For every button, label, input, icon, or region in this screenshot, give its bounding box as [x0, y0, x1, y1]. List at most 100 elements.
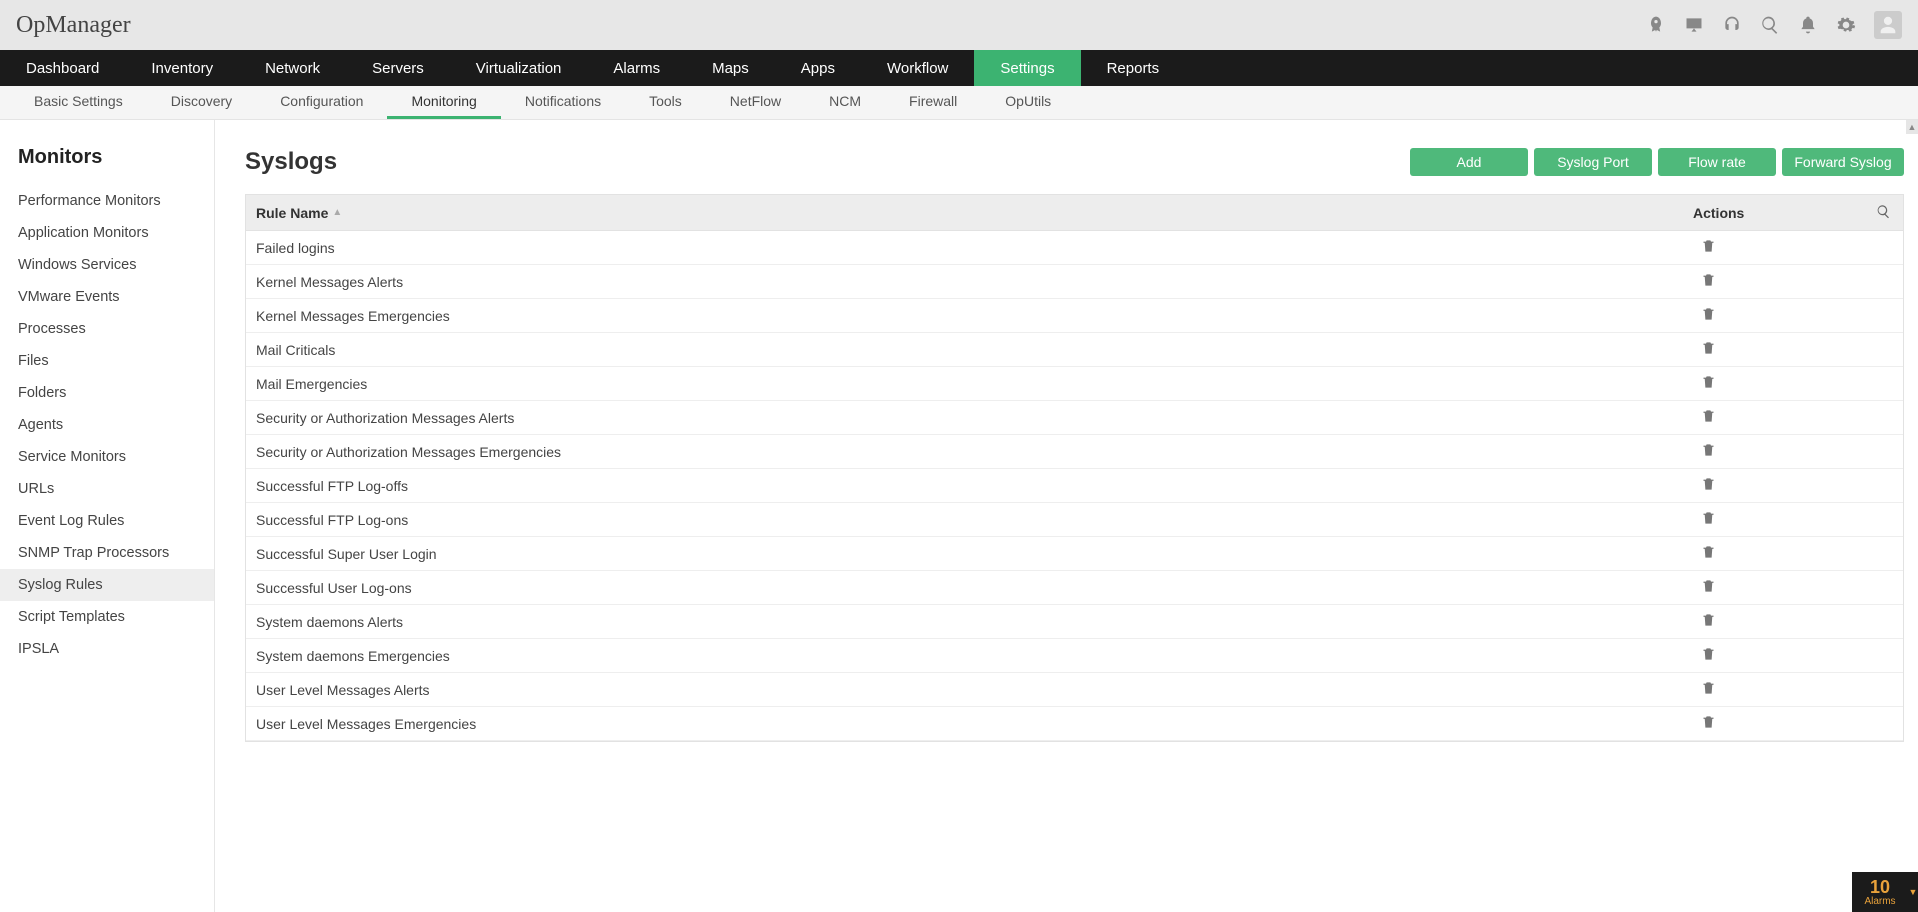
content-header: Syslogs Add Syslog Port Flow rate Forwar…	[245, 148, 1904, 176]
sidebar-item-syslog-rules[interactable]: Syslog Rules	[0, 569, 214, 601]
trash-icon[interactable]	[1701, 374, 1716, 393]
sidebar: Monitors Performance MonitorsApplication…	[0, 120, 215, 912]
rule-name-cell: Mail Criticals	[246, 342, 1693, 358]
syslog-port-button[interactable]: Syslog Port	[1534, 148, 1652, 176]
trash-icon[interactable]	[1701, 714, 1716, 733]
subnav-notifications[interactable]: Notifications	[501, 86, 625, 119]
forward-syslog-button[interactable]: Forward Syslog	[1782, 148, 1904, 176]
flow-rate-button[interactable]: Flow rate	[1658, 148, 1776, 176]
actions-cell	[1693, 646, 1903, 665]
nav-apps[interactable]: Apps	[775, 50, 861, 86]
add-button[interactable]: Add	[1410, 148, 1528, 176]
table-row[interactable]: User Level Messages Emergencies	[246, 707, 1903, 741]
nav-inventory[interactable]: Inventory	[125, 50, 239, 86]
sidebar-item-event-log-rules[interactable]: Event Log Rules	[0, 505, 214, 537]
nav-alarms[interactable]: Alarms	[587, 50, 686, 86]
scroll-up-icon[interactable]: ▲	[1906, 120, 1918, 134]
rule-name-cell: System daemons Emergencies	[246, 648, 1693, 664]
subnav-tools[interactable]: Tools	[625, 86, 706, 119]
sidebar-item-agents[interactable]: Agents	[0, 409, 214, 441]
subnav-discovery[interactable]: Discovery	[147, 86, 256, 119]
actions-cell	[1693, 272, 1903, 291]
table-row[interactable]: Failed logins	[246, 231, 1903, 265]
alarm-expand-icon[interactable]: ▼	[1908, 872, 1918, 912]
subnav-firewall[interactable]: Firewall	[885, 86, 981, 119]
table-row[interactable]: System daemons Emergencies	[246, 639, 1903, 673]
table-search-icon[interactable]	[1863, 204, 1903, 222]
sidebar-item-service-monitors[interactable]: Service Monitors	[0, 441, 214, 473]
actions-cell	[1693, 374, 1903, 393]
rule-name-cell: Mail Emergencies	[246, 376, 1693, 392]
sidebar-item-ipsla[interactable]: IPSLA	[0, 633, 214, 665]
search-icon[interactable]	[1760, 15, 1780, 35]
rule-name-cell: Security or Authorization Messages Emerg…	[246, 444, 1693, 460]
actions-cell	[1693, 612, 1903, 631]
alarm-label: Alarms	[1864, 896, 1895, 907]
table-row[interactable]: Successful User Log-ons	[246, 571, 1903, 605]
subnav-ncm[interactable]: NCM	[805, 86, 885, 119]
nav-network[interactable]: Network	[239, 50, 346, 86]
sidebar-item-windows-services[interactable]: Windows Services	[0, 249, 214, 281]
rule-name-cell: Security or Authorization Messages Alert…	[246, 410, 1693, 426]
table-row[interactable]: Mail Emergencies	[246, 367, 1903, 401]
trash-icon[interactable]	[1701, 544, 1716, 563]
subnav-monitoring[interactable]: Monitoring	[387, 86, 500, 119]
rule-name-cell: User Level Messages Emergencies	[246, 716, 1693, 732]
sidebar-item-folders[interactable]: Folders	[0, 377, 214, 409]
sidebar-item-snmp-trap-processors[interactable]: SNMP Trap Processors	[0, 537, 214, 569]
nav-dashboard[interactable]: Dashboard	[0, 50, 125, 86]
trash-icon[interactable]	[1701, 680, 1716, 699]
gear-icon[interactable]	[1836, 15, 1856, 35]
table-row[interactable]: User Level Messages Alerts	[246, 673, 1903, 707]
table-row[interactable]: Kernel Messages Emergencies	[246, 299, 1903, 333]
nav-reports[interactable]: Reports	[1081, 50, 1186, 86]
sidebar-item-processes[interactable]: Processes	[0, 313, 214, 345]
sidebar-item-vmware-events[interactable]: VMware Events	[0, 281, 214, 313]
nav-maps[interactable]: Maps	[686, 50, 775, 86]
trash-icon[interactable]	[1701, 442, 1716, 461]
sidebar-item-performance-monitors[interactable]: Performance Monitors	[0, 185, 214, 217]
sidebar-item-files[interactable]: Files	[0, 345, 214, 377]
body-area: Monitors Performance MonitorsApplication…	[0, 120, 1918, 912]
trash-icon[interactable]	[1701, 272, 1716, 291]
table-row[interactable]: Successful FTP Log-offs	[246, 469, 1903, 503]
trash-icon[interactable]	[1701, 646, 1716, 665]
trash-icon[interactable]	[1701, 476, 1716, 495]
sidebar-item-urls[interactable]: URLs	[0, 473, 214, 505]
subnav-oputils[interactable]: OpUtils	[981, 86, 1075, 119]
nav-servers[interactable]: Servers	[346, 50, 450, 86]
rule-name-cell: User Level Messages Alerts	[246, 682, 1693, 698]
actions-cell	[1693, 680, 1903, 699]
trash-icon[interactable]	[1701, 340, 1716, 359]
headset-icon[interactable]	[1722, 15, 1742, 35]
table-row[interactable]: Successful Super User Login	[246, 537, 1903, 571]
table-row[interactable]: Mail Criticals	[246, 333, 1903, 367]
user-avatar[interactable]	[1874, 11, 1902, 39]
trash-icon[interactable]	[1701, 306, 1716, 325]
trash-icon[interactable]	[1701, 578, 1716, 597]
bell-icon[interactable]	[1798, 15, 1818, 35]
rocket-icon[interactable]	[1646, 15, 1666, 35]
table-row[interactable]: Kernel Messages Alerts	[246, 265, 1903, 299]
presentation-icon[interactable]	[1684, 15, 1704, 35]
subnav-basic-settings[interactable]: Basic Settings	[10, 86, 147, 119]
trash-icon[interactable]	[1701, 238, 1716, 257]
trash-icon[interactable]	[1701, 510, 1716, 529]
main-nav: DashboardInventoryNetworkServersVirtuali…	[0, 50, 1918, 86]
table-row[interactable]: Security or Authorization Messages Emerg…	[246, 435, 1903, 469]
sidebar-item-script-templates[interactable]: Script Templates	[0, 601, 214, 633]
nav-settings[interactable]: Settings	[974, 50, 1080, 86]
nav-workflow[interactable]: Workflow	[861, 50, 974, 86]
subnav-netflow[interactable]: NetFlow	[706, 86, 805, 119]
subnav-configuration[interactable]: Configuration	[256, 86, 387, 119]
col-rule-name[interactable]: Rule Name ▲	[246, 205, 1693, 221]
table-row[interactable]: System daemons Alerts	[246, 605, 1903, 639]
trash-icon[interactable]	[1701, 612, 1716, 631]
nav-virtualization[interactable]: Virtualization	[450, 50, 588, 86]
rule-name-cell: Successful FTP Log-offs	[246, 478, 1693, 494]
trash-icon[interactable]	[1701, 408, 1716, 427]
table-row[interactable]: Security or Authorization Messages Alert…	[246, 401, 1903, 435]
alarm-widget[interactable]: 10 Alarms	[1852, 872, 1908, 912]
sidebar-item-application-monitors[interactable]: Application Monitors	[0, 217, 214, 249]
table-row[interactable]: Successful FTP Log-ons	[246, 503, 1903, 537]
